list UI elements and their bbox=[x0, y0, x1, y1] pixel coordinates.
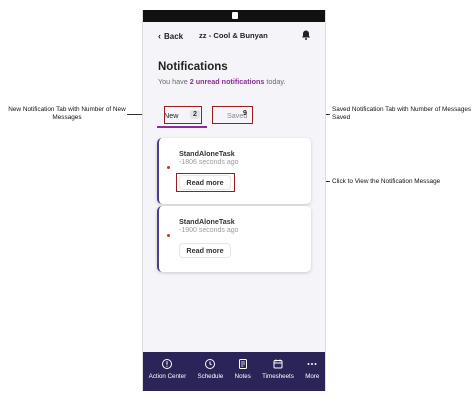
nav-item-schedule[interactable]: Schedule bbox=[197, 358, 223, 380]
unread-dot bbox=[167, 234, 170, 237]
notification-title: StandAloneTask bbox=[179, 217, 235, 226]
more-dots-icon bbox=[307, 363, 317, 365]
unread-summary: You have 2 unread notifications today. bbox=[158, 77, 285, 86]
nav-label: Action Center bbox=[148, 373, 187, 380]
new-tab-annotation: New Notification Tab with Number of New … bbox=[8, 106, 126, 121]
calendar-icon bbox=[273, 359, 283, 369]
nav-item-action-center[interactable]: Action Center bbox=[148, 358, 187, 380]
notification-card[interactable]: StandAloneTask -1806 seconds ago Read mo… bbox=[157, 138, 311, 204]
nav-label: More bbox=[305, 373, 320, 380]
notification-time: -1900 seconds ago bbox=[179, 227, 239, 234]
notification-time: -1806 seconds ago bbox=[179, 159, 239, 166]
nav-item-notes[interactable]: Notes bbox=[235, 358, 251, 380]
unread-count-highlight: 2 unread notifications bbox=[189, 77, 265, 86]
nav-label: Schedule bbox=[197, 373, 224, 380]
app-header: ‹ Back zz - Cool & Bunyan bbox=[143, 22, 325, 48]
nav-item-more[interactable]: More bbox=[305, 358, 319, 380]
active-tab-indicator bbox=[157, 126, 207, 128]
page-title: Notifications bbox=[158, 61, 228, 73]
read-more-button[interactable]: Read more bbox=[179, 175, 231, 190]
back-label: Back bbox=[164, 31, 184, 41]
nav-label: Timesheets bbox=[262, 373, 294, 380]
nav-label: Notes bbox=[234, 373, 251, 380]
tab-new-count: 2 bbox=[190, 110, 200, 119]
tab-saved[interactable]: Saved 9 bbox=[212, 106, 254, 124]
notes-icon bbox=[238, 359, 247, 369]
saved-tab-annotation: Saved Notification Tab with Number of Me… bbox=[332, 106, 472, 121]
bell-icon[interactable] bbox=[300, 29, 312, 41]
status-indicator bbox=[232, 12, 238, 19]
alert-circle-icon bbox=[162, 359, 173, 369]
read-more-annotation: Click to View the Notification Message bbox=[332, 178, 441, 185]
notification-card[interactable]: StandAloneTask -1900 seconds ago Read mo… bbox=[157, 206, 311, 272]
unread-summary-suffix: today. bbox=[264, 77, 286, 86]
tab-saved-count: 9 bbox=[243, 110, 247, 117]
tab-new-label: New bbox=[164, 110, 179, 120]
chevron-left-icon: ‹ bbox=[158, 31, 161, 41]
unread-summary-prefix: You have bbox=[158, 77, 190, 86]
tab-new[interactable]: New 2 bbox=[157, 106, 207, 124]
phone-screen: ‹ Back zz - Cool & Bunyan Notifications … bbox=[142, 10, 326, 391]
bottom-navigation: Action Center Schedule Notes Timesheets … bbox=[143, 352, 325, 391]
unread-dot bbox=[167, 166, 170, 169]
read-more-button[interactable]: Read more bbox=[179, 243, 231, 258]
header-title: zz - Cool & Bunyan bbox=[199, 31, 268, 40]
back-button[interactable]: ‹ Back bbox=[158, 31, 183, 41]
nav-item-timesheets[interactable]: Timesheets bbox=[262, 358, 294, 380]
notification-title: StandAloneTask bbox=[179, 149, 235, 158]
status-bar bbox=[143, 10, 325, 22]
clock-icon bbox=[205, 359, 216, 369]
